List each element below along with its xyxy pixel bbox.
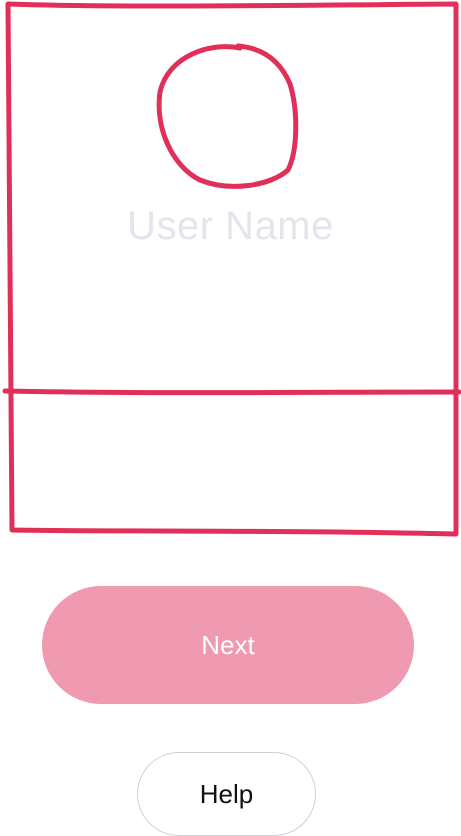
wireframe-sketch <box>2 1 461 537</box>
help-button[interactable]: Help <box>137 752 316 836</box>
card-divider-line <box>2 388 461 396</box>
username-placeholder[interactable]: User Name <box>0 204 461 249</box>
avatar-circle <box>156 43 299 189</box>
card-outline <box>5 1 459 537</box>
next-button[interactable]: Next <box>42 586 414 704</box>
